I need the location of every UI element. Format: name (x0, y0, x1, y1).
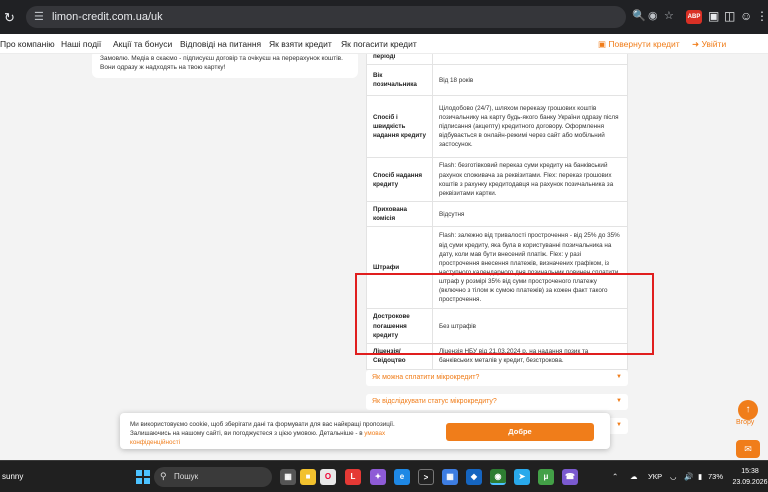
faq-item[interactable]: Як можна сплатити мікрокредит? ▼ (366, 370, 628, 386)
scroll-up-label: Вгору (736, 419, 755, 426)
nav-events[interactable]: Наші події (61, 39, 101, 49)
nav-about[interactable]: Про компанію (0, 39, 55, 49)
return-credit-label: Повернути кредит (608, 39, 680, 49)
browser-toolbar: ↻ ☰ limon-credit.com.ua/uk 🔍 ◉ ☆ ABP ▣ ◫… (0, 0, 768, 34)
faq-item[interactable]: Як відслідкувати статус мікрокредиту? ▼ (366, 394, 628, 410)
login-button[interactable]: ➜ Увійти (692, 39, 726, 50)
chevron-down-icon: ▼ (616, 422, 622, 428)
chrome-icon[interactable]: ◉ (490, 469, 506, 485)
cloud-icon[interactable]: ☁ (630, 472, 638, 481)
nav-promotions[interactable]: Акції та бонуси (113, 39, 172, 49)
sidepanel-icon[interactable]: ◫ (724, 9, 735, 23)
address-bar[interactable]: ☰ limon-credit.com.ua/uk (26, 6, 626, 28)
table-row: Прихована комісія Відсутня (366, 201, 628, 228)
scroll-up-button[interactable]: ↑ (738, 400, 758, 420)
cookie-banner: Ми використовуємо cookie, щоб зберігати … (120, 413, 610, 449)
utorrent-icon[interactable]: μ (538, 469, 554, 485)
windows-logo-pane (144, 478, 150, 484)
taskbar-search[interactable]: ⚲ Пошук (154, 467, 272, 487)
nav-repay-credit[interactable]: Як погасити кредит (341, 39, 417, 49)
terminal-icon[interactable]: > (418, 469, 434, 485)
edge-icon[interactable]: e (394, 469, 410, 485)
eye-off-icon[interactable]: ◉ (648, 9, 658, 22)
table-row: Вік позичальника Від 18 років (366, 64, 628, 97)
table-label: Спосіб і швидкість надання кредиту (366, 95, 433, 159)
address-bar-url: limon-credit.com.ua/uk (52, 11, 163, 23)
profile-icon[interactable]: ☺ (740, 9, 752, 23)
taskbar-clock[interactable]: 15:38 23.09.2026 (732, 466, 768, 488)
table-row: періоді (366, 54, 628, 66)
table-label: Спосіб надання кредиту (366, 157, 433, 203)
nav-faq[interactable]: Відповіді на питання (180, 39, 261, 49)
cookie-accept-button[interactable]: Добре (446, 423, 594, 441)
battery-icon[interactable]: ▮ (698, 472, 702, 481)
table-label: Вік позичальника (366, 64, 433, 97)
cookie-message: Ми використовуємо cookie, щоб зберігати … (130, 421, 395, 438)
cookie-text: Ми використовуємо cookie, щоб зберігати … (130, 420, 430, 447)
site-info-icon[interactable]: ☰ (34, 10, 44, 23)
reload-icon[interactable]: ↻ (4, 10, 15, 26)
windows-logo-icon (136, 470, 142, 476)
chevron-down-icon: ▼ (616, 374, 622, 380)
nav-take-credit[interactable]: Як взяти кредит (269, 39, 332, 49)
search-icon: ⚲ (160, 471, 167, 481)
clock-time: 15:38 (741, 468, 759, 475)
clock-date: 23.09.2026 (732, 479, 768, 486)
chat-button[interactable]: ✉ (736, 440, 760, 458)
adblock-extension-icon[interactable]: ABP (686, 10, 702, 24)
user-name: sunny (2, 472, 24, 481)
store-icon[interactable]: ▦ (442, 469, 458, 485)
table-value: Flash: безготівковий переказ суми кредит… (432, 157, 628, 203)
chevron-down-icon: ▼ (616, 398, 622, 404)
tray-overflow-icon[interactable]: ⌃ (612, 472, 618, 481)
info-card: Замовлю. Медіа в скаємо - підписуєш дого… (92, 54, 358, 78)
faq-question: Як можна сплатити мікрокредит? (372, 374, 480, 381)
fines-highlight-box (355, 273, 654, 355)
table-label: Прихована комісія (366, 201, 433, 228)
app-l-icon[interactable]: L (345, 469, 361, 485)
table-value: Цілодобово (24/7), шляхом переказу грошо… (432, 95, 628, 159)
chat-icon: ✉ (744, 444, 752, 454)
table-value: Відсутня (432, 201, 628, 228)
return-credit-button[interactable]: ▣ Повернути кредит (598, 39, 680, 50)
extensions-icon[interactable]: ▣ (708, 9, 719, 23)
windows-taskbar: sunny ⚲ Пошук ▦ ■ O L ✦ e > ▦ ◆ ◉ ➤ μ ☎ … (0, 460, 768, 492)
copilot-icon[interactable]: ✦ (370, 469, 386, 485)
site-navigation: Про компанію Наші події Акції та бонуси … (0, 34, 768, 54)
start-button[interactable] (136, 470, 150, 484)
info-card-text: Замовлю. Медіа в скаємо - підписуєш дого… (100, 55, 343, 71)
zoom-icon[interactable]: 🔍 (632, 9, 646, 22)
table-row: Спосіб і швидкість надання кредиту Цілод… (366, 95, 628, 159)
wifi-icon[interactable]: ◡ (670, 472, 677, 481)
battery-percent: 73% (708, 472, 724, 481)
menu-kebab-icon[interactable]: ⋮ (756, 9, 768, 23)
language-indicator[interactable]: УКР (648, 472, 662, 481)
wallet-icon: ▣ (598, 39, 609, 49)
windows-logo-pane (144, 470, 150, 476)
table-value (432, 54, 628, 66)
dropbox-icon[interactable]: ◆ (466, 469, 482, 485)
taskbar-search-placeholder: Пошук (174, 472, 199, 481)
telegram-icon[interactable]: ➤ (514, 469, 530, 485)
file-explorer-icon[interactable]: ■ (300, 469, 316, 485)
table-label: періоді (366, 54, 433, 66)
table-row: Спосіб надання кредиту Flash: безготівко… (366, 157, 628, 203)
task-view-icon[interactable]: ▦ (280, 469, 296, 485)
viber-icon[interactable]: ☎ (562, 469, 578, 485)
opera-icon[interactable]: O (320, 469, 336, 485)
bookmark-star-icon[interactable]: ☆ (664, 9, 674, 22)
table-value: Від 18 років (432, 64, 628, 97)
faq-question: Як відслідкувати статус мікрокредиту? (372, 398, 497, 405)
arrow-up-icon: ↑ (745, 404, 751, 415)
page-content: Замовлю. Медіа в скаємо - підписуєш дого… (0, 54, 768, 460)
volume-icon[interactable]: 🔊 (684, 472, 693, 481)
login-label: Увійти (701, 39, 727, 49)
windows-logo-pane (136, 478, 142, 484)
